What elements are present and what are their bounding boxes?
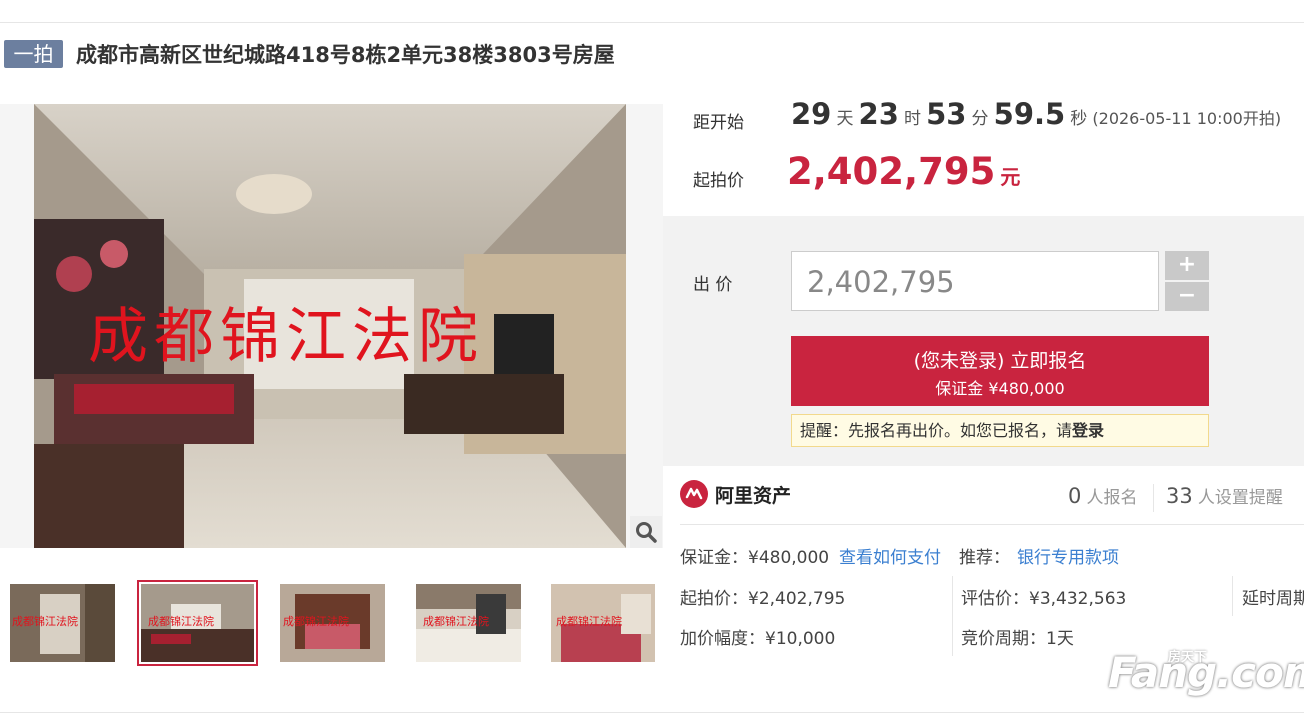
signups-stat: 0 人报名 — [1068, 483, 1137, 508]
signups-label: 人报名 — [1086, 488, 1138, 508]
countdown-hours: 23 — [858, 97, 899, 131]
page-title: 成都市高新区世纪城路418号8栋2单元38楼3803号房屋 — [76, 43, 615, 67]
signup-deposit: 保证金 ¥480,000 — [935, 379, 1065, 398]
platform-brand[interactable]: 阿里资产 — [680, 480, 791, 508]
countdown-label: 距开始 — [693, 113, 744, 133]
countdown-hours-unit: 时 — [904, 109, 921, 129]
auction-round-badge: 一拍 — [4, 40, 63, 68]
signup-button[interactable]: (您未登录) 立即报名 保证金 ¥480,000 — [791, 336, 1209, 406]
appraisal-info: 评估价：¥3,432,563 — [961, 589, 1127, 609]
column-divider — [1232, 576, 1233, 616]
reminders-stat: 33 人设置提醒 — [1166, 483, 1283, 508]
start-price-label: 起拍价 — [693, 171, 744, 191]
signup-button-label: (您未登录) 立即报名 — [913, 350, 1087, 372]
start-price-value: 2,402,795 — [787, 150, 996, 193]
login-link[interactable]: 登录 — [1072, 421, 1104, 440]
signup-reminder: 提醒：先报名再出价。如您已报名，请登录 — [791, 414, 1209, 447]
signups-count: 0 — [1068, 484, 1082, 508]
details-divider — [680, 524, 1304, 525]
deposit-info: 保证金：¥480,000 — [680, 548, 830, 568]
zoom-button[interactable] — [630, 516, 662, 548]
increment-info: 加价幅度：¥10,000 — [680, 629, 836, 649]
bid-increase-button[interactable]: + — [1165, 251, 1209, 280]
thumbnail-watermark: 成都锦江法院 — [12, 615, 78, 628]
countdown-minutes-unit: 分 — [971, 109, 989, 129]
reminder-text: 提醒：先报名再出价。如您已报名，请 — [800, 421, 1073, 440]
platform-name: 阿里资产 — [715, 484, 792, 507]
countdown: 29 天 23 时 53 分 59.5 秒 (2026-05-11 10:00开… — [791, 97, 1281, 131]
fang-logo-cn: 房天下 — [1168, 650, 1208, 665]
stat-divider — [1153, 484, 1154, 512]
bottom-divider — [0, 712, 1304, 713]
thumbnail-watermark: 成都锦江法院 — [423, 615, 489, 628]
bank-account-link[interactable]: 银行专用款项 — [1017, 543, 1119, 568]
top-divider — [0, 22, 1304, 23]
ali-assets-logo-icon — [680, 480, 708, 508]
countdown-days-unit: 天 — [836, 109, 854, 129]
start-time-note: (2026-05-11 10:00开拍) — [1092, 109, 1282, 128]
bid-amount-input[interactable]: 2,402,795 — [791, 251, 1159, 311]
how-to-pay-link[interactable]: 查看如何支付 — [839, 543, 941, 568]
countdown-seconds-unit: 秒 — [1070, 109, 1088, 129]
recommend-label: 推荐： — [959, 548, 1010, 568]
countdown-minutes: 53 — [926, 97, 967, 131]
delay-period-info: 延时周期 — [1242, 589, 1304, 609]
reminders-label: 人设置提醒 — [1197, 488, 1283, 508]
countdown-days: 29 — [791, 97, 832, 131]
start-price: 2,402,795 元 — [787, 150, 1020, 193]
thumbnail-watermark: 成都锦江法院 — [148, 615, 214, 628]
bidding-cycle-info: 竞价周期：1天 — [961, 629, 1074, 649]
start-price-unit: 元 — [1000, 165, 1021, 189]
column-divider — [952, 576, 953, 656]
reminders-count: 33 — [1166, 484, 1193, 508]
thumbnail-watermark: 成都锦江法院 — [556, 615, 622, 628]
start-price-info: 起拍价：¥2,402,795 — [680, 589, 846, 609]
photo-watermark: 成都锦江法院 — [88, 302, 484, 372]
bid-decrease-button[interactable]: − — [1165, 282, 1209, 311]
thumbnail-watermark: 成都锦江法院 — [283, 615, 349, 628]
bid-label: 出 价 — [693, 275, 733, 295]
magnifier-icon — [636, 522, 657, 543]
countdown-seconds: 59.5 — [993, 97, 1066, 131]
